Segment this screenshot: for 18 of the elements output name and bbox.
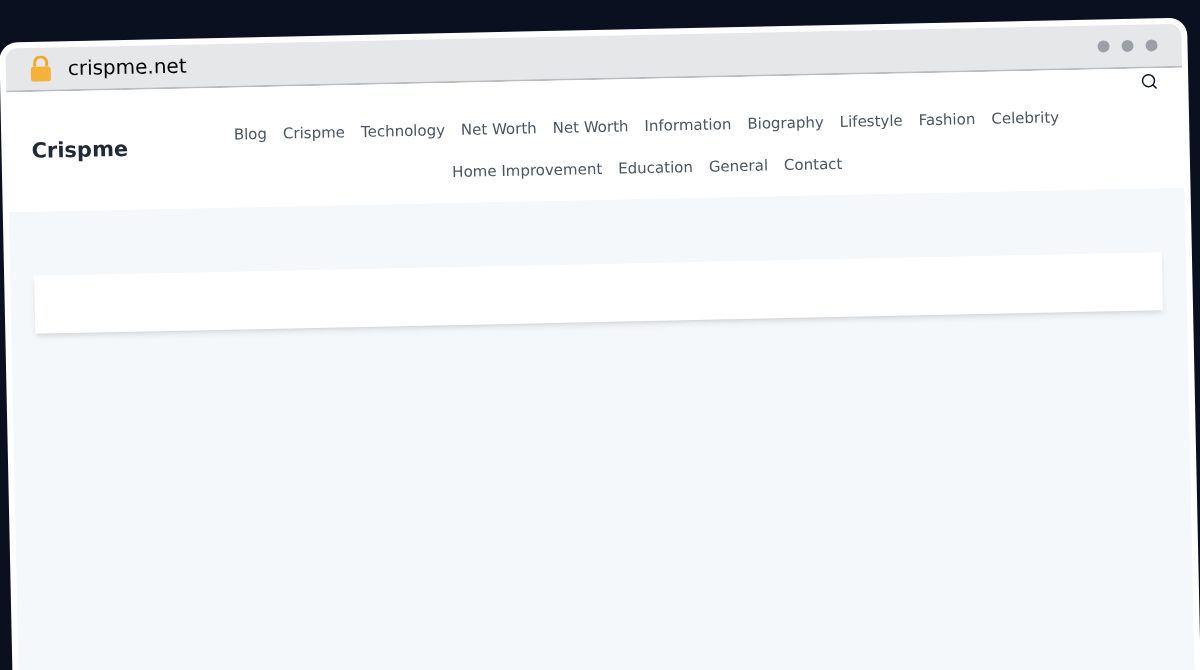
nav-link[interactable]: Contact: [783, 152, 843, 177]
site-logo[interactable]: Crispme: [31, 134, 129, 168]
nav-link[interactable]: Net Worth: [460, 116, 537, 141]
nav-link[interactable]: Technology: [360, 118, 446, 143]
nav-link[interactable]: Education: [618, 156, 694, 181]
nav-link[interactable]: Lifestyle: [839, 109, 903, 133]
address-text[interactable]: crispme.net: [67, 50, 187, 84]
nav-link[interactable]: Net Worth: [552, 114, 629, 139]
nav-link[interactable]: Blog: [233, 122, 268, 146]
nav-link[interactable]: General: [708, 154, 769, 179]
nav-link[interactable]: Information: [644, 112, 732, 137]
nav-link[interactable]: Fashion: [918, 107, 976, 132]
search-icon[interactable]: [1140, 72, 1159, 91]
nav-link[interactable]: Crispme: [282, 120, 346, 145]
lock-icon: [29, 55, 53, 82]
nav-link[interactable]: Celebrity: [991, 105, 1060, 130]
nav-link[interactable]: Home Improvement: [452, 157, 603, 184]
nav-link[interactable]: Biography: [747, 110, 824, 135]
